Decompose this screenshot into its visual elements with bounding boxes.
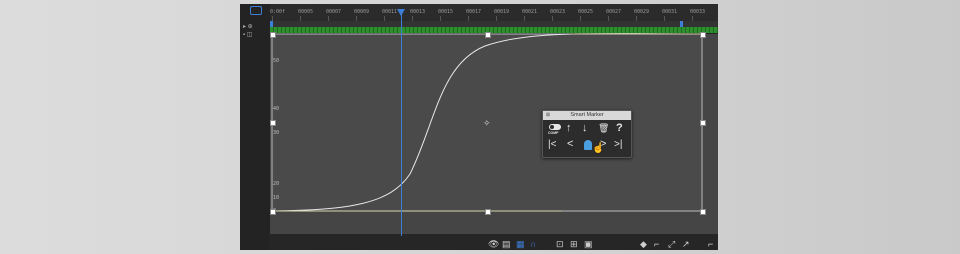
- comp-toggle-label: COMP: [548, 131, 559, 135]
- separate-dimensions-icon[interactable]: ▣: [584, 240, 593, 249]
- transform-handle-bl[interactable]: [270, 209, 276, 215]
- comp-toggle[interactable]: [549, 124, 561, 130]
- transform-handle-ml[interactable]: [270, 120, 276, 126]
- playhead-line[interactable]: [401, 13, 402, 241]
- mouse-pointer-icon: ☝: [592, 143, 605, 154]
- marker-icon[interactable]: [584, 140, 592, 150]
- transform-handle-bm[interactable]: [485, 209, 491, 215]
- grid-snap-icon[interactable]: ▦: [516, 240, 525, 249]
- transform-handle-br[interactable]: [700, 209, 706, 215]
- previous-marker-button[interactable]: <: [567, 139, 573, 150]
- hold-icon[interactable]: ⌐: [654, 240, 659, 249]
- move-up-button[interactable]: ↑: [566, 123, 572, 134]
- graph-type-icon[interactable]: ▤: [502, 240, 511, 249]
- last-marker-button[interactable]: >|: [614, 139, 622, 150]
- ease-in-icon[interactable]: ↗: [682, 240, 690, 249]
- eye-icon[interactable]: 👁: [488, 240, 499, 249]
- delete-button[interactable]: 🗑: [598, 123, 609, 134]
- ease-out-icon[interactable]: ⌐: [708, 240, 713, 249]
- after-effects-graph-editor: ▸ ⊕ ▪ ◫ 0:00f 00005 00007 00009 00011 00013 00…: [240, 4, 718, 250]
- transform-handle-tm[interactable]: [485, 32, 491, 38]
- help-button[interactable]: ?: [616, 123, 623, 134]
- first-marker-button[interactable]: |<: [548, 139, 556, 150]
- panel-title-bar[interactable]: ⊠ Smart Marker: [543, 111, 631, 120]
- close-icon[interactable]: ⊠: [545, 112, 551, 118]
- fit-selection-icon[interactable]: ⊡: [556, 240, 564, 249]
- easy-ease-icon[interactable]: ⤢: [668, 240, 675, 249]
- transform-handle-tr[interactable]: [700, 32, 706, 38]
- panel-title: Smart Marker: [570, 112, 604, 118]
- transform-handle-tl[interactable]: [270, 32, 276, 38]
- anchor-point-icon[interactable]: ✧: [483, 119, 491, 128]
- fit-all-icon[interactable]: ⊞: [570, 240, 578, 249]
- edit-keyframe-icon[interactable]: ◆: [640, 240, 647, 249]
- magnet-icon[interactable]: ∩: [530, 240, 536, 249]
- speed-curve-overlay: [271, 33, 703, 212]
- smart-marker-panel: ⊠ Smart Marker COMP ↑ ↓ 🗑 ? |< < > >|: [542, 110, 632, 158]
- move-down-button[interactable]: ↓: [582, 123, 588, 134]
- transform-handle-mr[interactable]: [700, 120, 706, 126]
